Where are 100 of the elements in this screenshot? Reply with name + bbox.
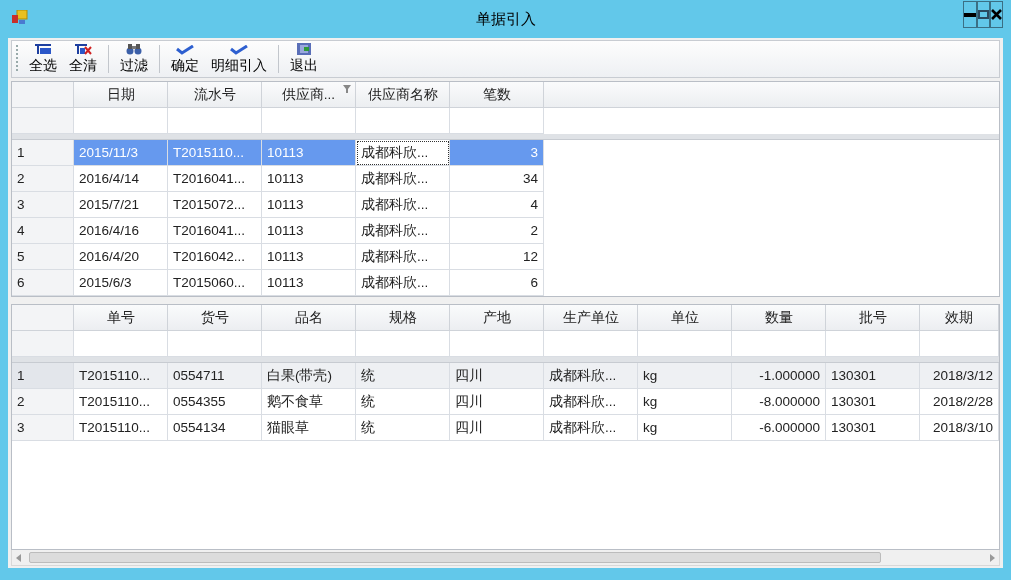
toolbar-button[interactable]: 明细引入 (206, 43, 272, 75)
table-cell: 2015/6/3 (74, 270, 168, 296)
table-cell: -1.000000 (732, 363, 826, 389)
filter-field[interactable] (356, 108, 450, 134)
table-cell: 统 (356, 415, 450, 441)
row-number[interactable]: 1 (12, 363, 74, 389)
column-header[interactable]: 单号 (74, 305, 168, 331)
checkmark-icon (230, 45, 248, 55)
table-cell: -6.000000 (732, 415, 826, 441)
scrollbar-thumb[interactable] (29, 552, 881, 563)
scroll-left-icon[interactable] (16, 553, 21, 562)
table-cell: 猫眼草 (262, 415, 356, 441)
row-number[interactable]: 5 (12, 244, 74, 270)
table-cell: 34 (450, 166, 544, 192)
filter-field[interactable] (638, 331, 732, 357)
table-cell: 成都科欣... (356, 270, 450, 296)
table-cell: 3 (450, 140, 544, 166)
row-number[interactable]: 3 (12, 415, 74, 441)
table-cell: kg (638, 363, 732, 389)
column-header[interactable]: 供应商名称 (356, 82, 450, 108)
table-cell: 0554711 (168, 363, 262, 389)
table-cell: 成都科欣... (356, 192, 450, 218)
column-header[interactable]: 供应商... (262, 82, 356, 108)
table-cell: 0554134 (168, 415, 262, 441)
column-header[interactable]: 生产单位 (544, 305, 638, 331)
table-cell: T2015072... (168, 192, 262, 218)
table-cell: 2015/11/3 (74, 140, 168, 166)
table-cell: 10113 (262, 244, 356, 270)
table-cell: 成都科欣... (356, 166, 450, 192)
toolbar-button[interactable]: 全清 (64, 43, 102, 75)
table-cell: 四川 (450, 415, 544, 441)
table-cell: 统 (356, 363, 450, 389)
filter-icon[interactable] (343, 85, 351, 93)
column-header[interactable]: 单位 (638, 305, 732, 331)
table-cell: 2016/4/14 (74, 166, 168, 192)
column-header[interactable]: 效期 (920, 305, 999, 331)
column-header[interactable]: 批号 (826, 305, 920, 331)
toolbar-button[interactable]: 退出 (285, 43, 323, 75)
table-cell: T2015110... (168, 140, 262, 166)
filter-field[interactable] (920, 331, 999, 357)
filter-field[interactable] (262, 331, 356, 357)
column-header[interactable]: 产地 (450, 305, 544, 331)
horizontal-scrollbar[interactable] (11, 550, 1000, 566)
column-header[interactable]: 日期 (74, 82, 168, 108)
filter-field[interactable] (262, 108, 356, 134)
table-cell: 130301 (826, 363, 920, 389)
column-header[interactable]: 笔数 (450, 82, 544, 108)
toolbar-button[interactable]: 全选 (24, 43, 62, 75)
filter-field[interactable] (168, 108, 262, 134)
table-cell: 0554355 (168, 389, 262, 415)
column-header[interactable]: 规格 (356, 305, 450, 331)
close-button[interactable] (990, 1, 1003, 28)
row-number[interactable]: 3 (12, 192, 74, 218)
table-cell: 成都科欣... (356, 218, 450, 244)
table-cell: 2015/7/21 (74, 192, 168, 218)
table-cell: T2015060... (168, 270, 262, 296)
table-cell: 6 (450, 270, 544, 296)
minimize-icon (964, 12, 976, 17)
row-number[interactable]: 2 (12, 389, 74, 415)
filter-field[interactable] (450, 108, 544, 134)
toolbar-button[interactable]: 过滤 (115, 43, 153, 75)
table-cell: 成都科欣... (356, 244, 450, 270)
table-cell: 10113 (262, 218, 356, 244)
table-cell: 统 (356, 389, 450, 415)
row-number[interactable]: 4 (12, 218, 74, 244)
maximize-button[interactable] (977, 1, 990, 28)
table-cell: T2015110... (74, 363, 168, 389)
filter-field[interactable] (732, 331, 826, 357)
row-number[interactable]: 1 (12, 140, 74, 166)
close-icon (991, 9, 1002, 20)
filter-field[interactable] (74, 331, 168, 357)
table-cell: 2016/4/20 (74, 244, 168, 270)
door-icon (296, 43, 312, 55)
filter-field[interactable] (544, 331, 638, 357)
filter-field[interactable] (826, 331, 920, 357)
column-header[interactable]: 数量 (732, 305, 826, 331)
table-cell: 成都科欣... (544, 363, 638, 389)
scroll-right-icon[interactable] (990, 553, 995, 562)
app-icon (12, 10, 28, 25)
table-cell: -8.000000 (732, 389, 826, 415)
column-header[interactable]: 流水号 (168, 82, 262, 108)
table-cell: 130301 (826, 389, 920, 415)
toolbar-button[interactable]: 确定 (166, 43, 204, 75)
column-header[interactable]: 品名 (262, 305, 356, 331)
row-number[interactable]: 6 (12, 270, 74, 296)
table-cell: 2 (450, 218, 544, 244)
filter-field[interactable] (450, 331, 544, 357)
minimize-button[interactable] (963, 1, 977, 28)
table-cell: 成都科欣... (544, 389, 638, 415)
table-cell: 成都科欣... (544, 415, 638, 441)
table-cell: 12 (450, 244, 544, 270)
table-icon (34, 43, 52, 55)
table-cell: 白果(带壳) (262, 363, 356, 389)
checkmark-icon (176, 45, 194, 55)
row-number[interactable]: 2 (12, 166, 74, 192)
column-header[interactable]: 货号 (168, 305, 262, 331)
filter-field[interactable] (168, 331, 262, 357)
filter-field[interactable] (356, 331, 450, 357)
table-delete-icon (74, 43, 92, 55)
filter-field[interactable] (74, 108, 168, 134)
